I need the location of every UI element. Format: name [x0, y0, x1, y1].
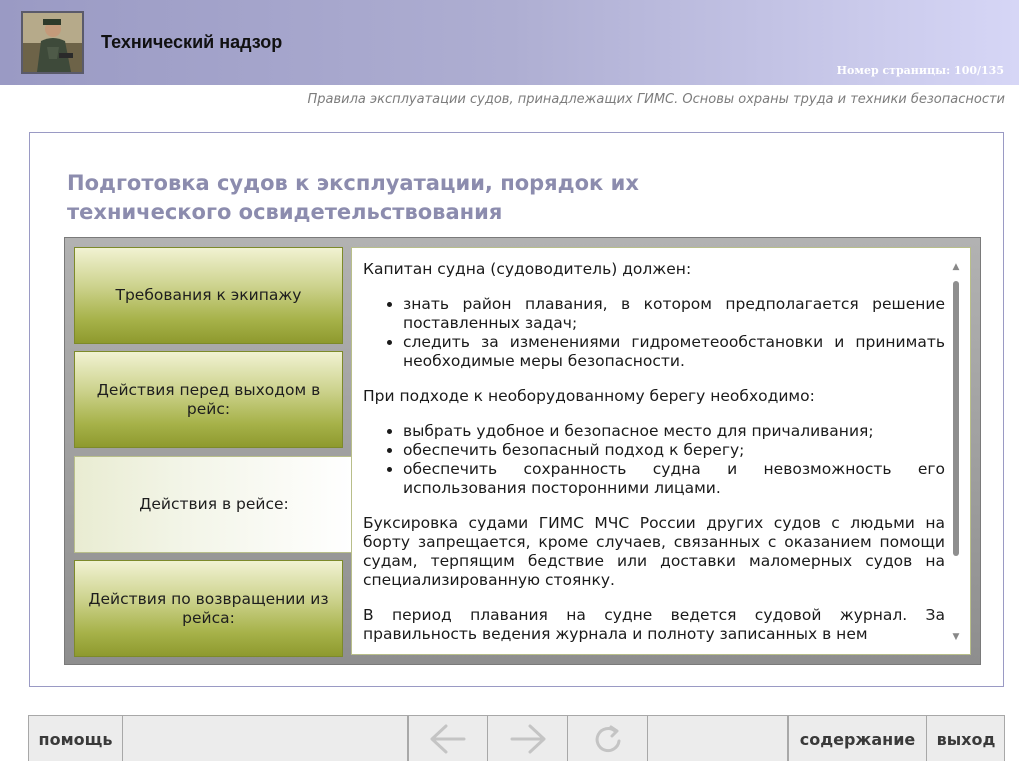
bullet-list: знать район плавания, в котором предпола…: [403, 295, 945, 371]
avatar-photo-icon: [23, 13, 82, 72]
tab-label: Действия по возвращении из рейса:: [88, 589, 329, 627]
help-button-label: помощь: [38, 729, 113, 749]
scroll-up-arrow-icon[interactable]: ▲: [950, 262, 962, 272]
course-subtitle: Правила эксплуатации судов, принадлежащи…: [307, 92, 1005, 107]
exit-button[interactable]: выход: [927, 716, 1005, 761]
scroll-down-arrow-icon[interactable]: ▼: [950, 632, 962, 642]
paragraph: При подходе к необорудованному берегу не…: [363, 387, 815, 405]
vertical-scrollbar[interactable]: ▲ ▼: [950, 262, 962, 642]
paragraph: Капитан судна (судоводитель) должен:: [363, 260, 692, 278]
footer-toolbar: помощь содержание выход: [28, 715, 1005, 761]
avatar: [21, 11, 84, 74]
section-title: Подготовка судов к эксплуатации, порядок…: [67, 171, 639, 224]
tab-after-return[interactable]: Действия по возвращении из рейса:: [74, 560, 343, 657]
content-frame: Подготовка судов к эксплуатации, порядок…: [29, 132, 1004, 687]
scroll-thumb[interactable]: [953, 281, 959, 556]
arrow-right-icon: [510, 724, 545, 754]
exit-button-label: выход: [936, 729, 996, 749]
tab-label: Действия в рейсе:: [139, 495, 289, 513]
help-button[interactable]: помощь: [29, 716, 123, 761]
bullet-list: выбрать удобное и безопасное место для п…: [403, 422, 945, 498]
page-number: Номер страницы: 100/135: [836, 64, 1004, 77]
toolbar-spacer: [123, 716, 408, 761]
toolbar-spacer: [648, 716, 788, 761]
paragraph: Буксировка судами ГИМС МЧС России других…: [363, 514, 945, 589]
tab-label: Требования к экипажу: [115, 286, 302, 304]
tab-crew-requirements[interactable]: Требования к экипажу: [74, 247, 343, 344]
back-button[interactable]: [408, 716, 488, 761]
list-item: следить за изменениями гидрометеообстано…: [403, 333, 945, 371]
app-title: Технический надзор: [101, 32, 283, 52]
reload-button[interactable]: [568, 716, 648, 761]
list-item: обеспечить безопасный подход к берегу;: [403, 441, 945, 460]
contents-button[interactable]: содержание: [788, 716, 927, 761]
content-text-pane[interactable]: Капитан судна (судоводитель) должен: зна…: [351, 247, 971, 655]
contents-button-label: содержание: [799, 729, 916, 749]
list-item: знать район плавания, в котором предпола…: [403, 295, 945, 333]
paragraph: В период плавания на судне ведется судов…: [363, 606, 945, 643]
tab-before-departure[interactable]: Действия перед выходом в рейс:: [74, 351, 343, 448]
forward-button[interactable]: [488, 716, 568, 761]
tab-label: Действия перед выходом в рейс:: [96, 380, 321, 418]
tab-during-voyage[interactable]: Действия в рейсе:: [74, 456, 353, 553]
header-bar: Технический надзор Номер страницы: 100/1…: [0, 0, 1019, 85]
list-item: выбрать удобное и безопасное место для п…: [403, 422, 945, 441]
tab-panel: Требования к экипажу Действия перед выхо…: [64, 237, 981, 665]
list-item: обеспечить сохранность судна и невозможн…: [403, 460, 945, 498]
arrow-left-icon: [430, 724, 466, 754]
content-text: Капитан судна (судоводитель) должен: зна…: [363, 260, 945, 654]
reload-icon: [595, 725, 620, 753]
